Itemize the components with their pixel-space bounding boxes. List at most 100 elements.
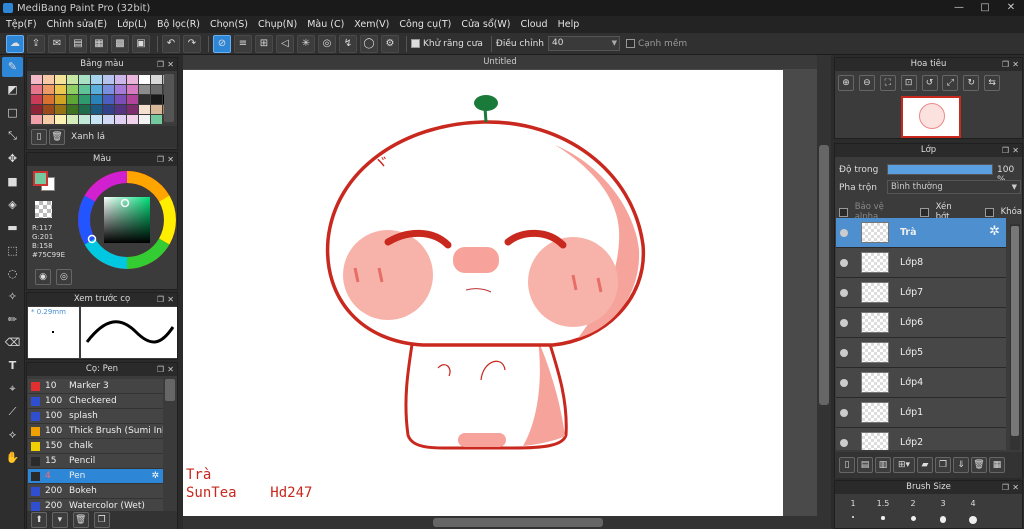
brush-size-option[interactable]: 2 bbox=[899, 499, 927, 527]
palette-swatch[interactable] bbox=[91, 115, 102, 124]
rotate-left-icon[interactable]: ↺ bbox=[921, 75, 938, 91]
palette-swatch[interactable] bbox=[43, 105, 54, 114]
palette-swatch[interactable] bbox=[139, 115, 150, 124]
menu-filter[interactable]: Bộ lọc(R) bbox=[157, 19, 200, 30]
close-button[interactable]: ✕ bbox=[998, 0, 1024, 16]
palette-scrollbar[interactable] bbox=[164, 74, 174, 122]
palette-swatch[interactable] bbox=[31, 85, 42, 94]
palette-swatch[interactable] bbox=[115, 75, 126, 84]
brush-settings-icon[interactable]: ▾ bbox=[51, 512, 68, 528]
menu-window[interactable]: Cửa sổ(W) bbox=[461, 19, 510, 30]
palette-swatch[interactable] bbox=[79, 95, 90, 104]
brush-size-option[interactable]: 1.5 bbox=[869, 499, 897, 527]
cloud-icon[interactable]: ☁ bbox=[6, 34, 24, 53]
canvas-horizontal-scrollbar[interactable] bbox=[183, 516, 817, 529]
add-brush-icon[interactable]: ⬆ bbox=[31, 512, 47, 528]
cross-snap-icon[interactable]: ⊞ bbox=[255, 34, 273, 53]
palette-swatch[interactable] bbox=[55, 85, 66, 94]
fit-icon[interactable]: ⛶ bbox=[879, 75, 896, 91]
visibility-eye-icon[interactable] bbox=[840, 349, 848, 357]
brush-size-option[interactable]: 4 bbox=[959, 499, 987, 527]
rotate-right-icon[interactable]: ↻ bbox=[963, 75, 980, 91]
brush-item[interactable]: 4 Pen ✲ bbox=[28, 469, 163, 484]
palette-swatch[interactable] bbox=[43, 115, 54, 124]
menu-tools[interactable]: Công cụ(T) bbox=[399, 19, 451, 30]
visibility-eye-icon[interactable] bbox=[840, 259, 848, 267]
menu-select[interactable]: Chọn(S) bbox=[210, 19, 248, 30]
eraser-tool-icon[interactable]: ◩ bbox=[2, 80, 23, 100]
brush-size-option[interactable]: 1 bbox=[839, 499, 867, 527]
palette-swatch[interactable] bbox=[67, 105, 78, 114]
palette-swatch[interactable] bbox=[103, 75, 114, 84]
text-tool-icon[interactable]: T bbox=[2, 356, 23, 376]
blend-mode-select[interactable]: Bình thường ▼ bbox=[887, 180, 1021, 194]
brush-size-option[interactable]: 3 bbox=[929, 499, 957, 527]
visibility-eye-icon[interactable] bbox=[840, 289, 848, 297]
duplicate-icon[interactable]: ❐ bbox=[93, 512, 110, 528]
layer-row[interactable]: Trà ✲ bbox=[836, 218, 1006, 248]
brush-item[interactable]: 150 chalk bbox=[28, 439, 163, 454]
palette-swatch[interactable] bbox=[115, 115, 126, 124]
eyedropper-icon[interactable]: ⟋ bbox=[2, 402, 23, 422]
fullscreen-icon[interactable]: ⤢ bbox=[942, 75, 959, 91]
palette-swatch[interactable] bbox=[55, 105, 66, 114]
clipping-checkbox[interactable] bbox=[919, 207, 929, 217]
new-palette-icon[interactable]: ▯ bbox=[31, 129, 47, 145]
zoom-out-icon[interactable]: ⊖ bbox=[858, 75, 875, 91]
layer-row[interactable]: Lớp1 bbox=[836, 398, 1006, 428]
menu-snap[interactable]: Chụp(N) bbox=[258, 19, 297, 30]
undock-icon[interactable]: ❐ bbox=[157, 363, 164, 376]
undock-icon[interactable]: ❐ bbox=[1002, 481, 1009, 494]
dot-tool-icon[interactable]: □ bbox=[2, 103, 23, 123]
palette-swatch[interactable] bbox=[91, 85, 102, 94]
palette-swatch[interactable] bbox=[91, 75, 102, 84]
palette-swatch[interactable] bbox=[43, 85, 54, 94]
drawing-canvas[interactable]: ヾ Trà SunTea Hd247 bbox=[183, 70, 783, 516]
upload-icon[interactable]: ⇪ bbox=[27, 34, 45, 53]
palette-swatch[interactable] bbox=[127, 115, 138, 124]
layer-row[interactable]: Lớp7 bbox=[836, 278, 1006, 308]
palette-swatch[interactable] bbox=[127, 105, 138, 114]
merge-down-icon[interactable]: ⇓ bbox=[953, 457, 969, 473]
vanishing-snap-icon[interactable]: ◁ bbox=[276, 34, 294, 53]
close-icon[interactable]: ✕ bbox=[1012, 58, 1019, 71]
antialias-checkbox[interactable] bbox=[411, 39, 420, 48]
scroll-thumb[interactable] bbox=[1011, 226, 1019, 436]
maximize-button[interactable]: □ bbox=[972, 0, 998, 16]
hand-tool-icon[interactable]: ✋ bbox=[2, 448, 23, 468]
close-icon[interactable]: ✕ bbox=[167, 58, 174, 71]
curve-snap-icon[interactable]: ↯ bbox=[339, 34, 357, 53]
palette-swatch[interactable] bbox=[79, 75, 90, 84]
delete-icon[interactable]: 🗑 bbox=[971, 457, 987, 473]
undock-icon[interactable]: ❐ bbox=[1002, 144, 1009, 157]
close-icon[interactable]: ✕ bbox=[167, 293, 174, 306]
brush-item[interactable]: 15 Pencil bbox=[28, 454, 163, 469]
menu-view[interactable]: Xem(V) bbox=[354, 19, 389, 30]
layer-row[interactable]: Lớp8 bbox=[836, 248, 1006, 278]
brush-item[interactable]: 200 Bokeh bbox=[28, 484, 163, 499]
document-icon[interactable]: ▦ bbox=[90, 34, 108, 53]
palette-swatch[interactable] bbox=[127, 95, 138, 104]
palette-swatch[interactable] bbox=[139, 75, 150, 84]
curve-tool-icon[interactable]: ⤡ bbox=[2, 126, 23, 146]
palette-swatch[interactable] bbox=[139, 85, 150, 94]
close-icon[interactable]: ✕ bbox=[1012, 481, 1019, 494]
folder-icon[interactable]: ▰ bbox=[917, 457, 933, 473]
adjust-value-input[interactable]: 40 ▼ bbox=[547, 36, 620, 51]
move-tool-icon[interactable]: ✥ bbox=[2, 149, 23, 169]
palette-swatch[interactable] bbox=[127, 75, 138, 84]
color-wheel[interactable] bbox=[77, 170, 177, 270]
layer-row[interactable]: Lớp2 bbox=[836, 428, 1006, 450]
palette-swatch[interactable] bbox=[151, 105, 162, 114]
palette-swatch[interactable] bbox=[139, 95, 150, 104]
navigator-thumbnail[interactable] bbox=[901, 96, 961, 138]
ellipse-snap-icon[interactable]: ◯ bbox=[360, 34, 378, 53]
brush-item[interactable]: 100 Checkered bbox=[28, 394, 163, 409]
layer-settings-icon[interactable]: ▦ bbox=[989, 457, 1005, 473]
palette-swatch[interactable] bbox=[79, 85, 90, 94]
grid-icon[interactable]: ▩ bbox=[111, 34, 129, 53]
color-options-icon[interactable]: ◎ bbox=[55, 269, 72, 285]
divide-tool-icon[interactable]: ⌖ bbox=[2, 379, 23, 399]
redo-icon[interactable]: ↷ bbox=[183, 34, 201, 53]
delete-icon[interactable]: 🗑 bbox=[49, 129, 65, 145]
